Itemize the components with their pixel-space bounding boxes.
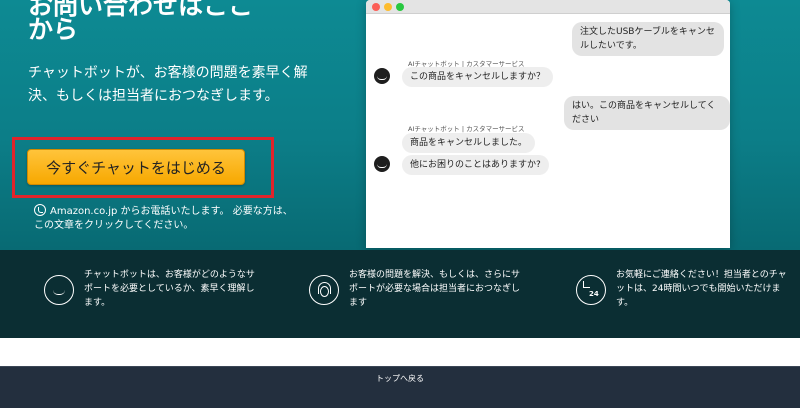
chat-message-user: はい。この商品をキャンセルしてください [564, 96, 730, 130]
chat-message-bot: 商品をキャンセルしました。 [402, 133, 536, 153]
feature-text: お気軽にご連絡ください！担当者とのチャットは、24時間いつでも開始いただけます。 [616, 270, 787, 308]
page-title: お問い合わせはここ から [28, 0, 328, 42]
footer-bar: トップへ戻る [0, 366, 800, 408]
phone-callback-text: Amazon.co.jp からお電話いたします。 必要な方は、この文章をクリック… [34, 206, 293, 231]
bot-avatar-icon [374, 68, 390, 84]
window-minimize-icon [384, 3, 392, 11]
smile-icon [44, 275, 74, 305]
feature-text: チャットボットは、お客様がどのようなサポートを必要としているか、素早く理解します… [84, 270, 255, 308]
page-title-line2: から [28, 15, 79, 44]
hero-subtitle: チャットボットが、お客様の問題を素早く解決、もしくは担当者におつなぎします。 [28, 65, 308, 104]
start-chat-button[interactable]: 今すぐチャットをはじめる [27, 149, 245, 185]
back-to-top-link[interactable]: トップへ戻る [0, 373, 800, 384]
footer-spacer [0, 338, 800, 366]
chat-bot-label: AIチャットボット | カスタマーサービス [408, 125, 525, 133]
chat-message-bot: 他にお困りのことはありますか? [402, 155, 549, 175]
phone-callback-link[interactable]: Amazon.co.jp からお電話いたします。 必要な方は、この文章をクリック… [34, 204, 294, 233]
window-titlebar [366, 0, 730, 14]
chat-message-user: 注文したUSBケーブルをキャンセルしたいです。 [572, 22, 724, 56]
hero-section: お問い合わせはここ から チャットボットが、お客様の問題を素早く解決、もしくは担… [0, 0, 800, 250]
clock-24-label: 24 [589, 290, 599, 298]
window-close-icon [372, 3, 380, 11]
window-maximize-icon [396, 3, 404, 11]
clock-24-icon: 24 [576, 275, 606, 305]
features-band: チャットボットは、お客様がどのようなサポートを必要としているか、素早く理解します… [0, 250, 800, 338]
phone-icon [34, 204, 46, 216]
chat-message-bot: この商品をキャンセルしますか？ [402, 67, 554, 87]
headset-icon [309, 275, 339, 305]
feature-text: お客様の問題を解決、もしくは、さらにサポートが必要な場合は担当者におつなぎします [349, 270, 521, 308]
chat-window-preview: 注文したUSBケーブルをキャンセルしたいです。 AIチャットボット | カスタマ… [366, 0, 730, 248]
bot-avatar-icon [374, 156, 390, 172]
